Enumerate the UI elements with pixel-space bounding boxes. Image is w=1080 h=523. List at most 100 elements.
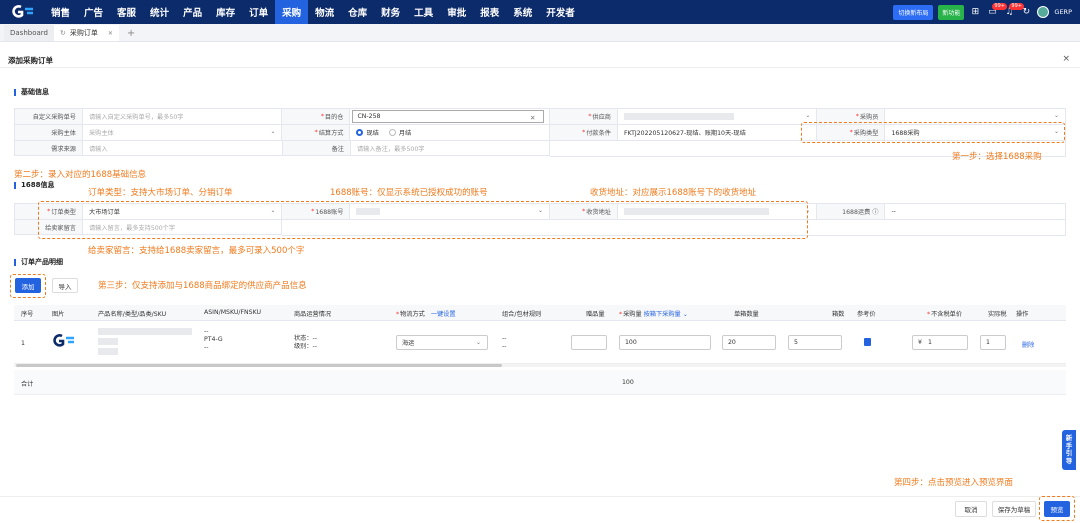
- step3-annotation: 第三步：仅支持添加与1688商品绑定的供应商产品信息: [98, 281, 307, 291]
- chevron-down-icon: ⌄: [475, 339, 481, 346]
- settle-radio-cash[interactable]: 现结: [356, 128, 379, 137]
- shipping-batch-set-link[interactable]: 一键设置: [431, 311, 456, 318]
- custom-no-label: 自定义采购单号: [15, 109, 83, 124]
- nav-item[interactable]: 财务: [374, 0, 407, 24]
- nav-item[interactable]: 统计: [143, 0, 176, 24]
- col-combo: 组合/包材规则: [502, 311, 542, 318]
- nav-item[interactable]: 报表: [473, 0, 506, 24]
- combo-cell: -- --: [502, 335, 507, 350]
- product-image[interactable]: [52, 334, 76, 350]
- section-basic-info: 基础信息: [14, 89, 49, 96]
- col-seq: 序号: [21, 311, 34, 318]
- settle-radio-group: 现结 月结: [350, 125, 550, 140]
- nav-item[interactable]: 销售: [44, 0, 77, 24]
- nav-item[interactable]: 广告: [77, 0, 110, 24]
- message-annotation: 给卖家留言：支持给1688卖家留言，最多可录入500个字: [88, 246, 305, 256]
- nav-item[interactable]: 物流: [308, 0, 341, 24]
- qty-by-box-link[interactable]: 按箱下采购量: [644, 311, 681, 318]
- close-icon[interactable]: ×: [1062, 54, 1070, 64]
- close-icon[interactable]: ✕: [108, 30, 113, 37]
- order-type-annotation: 订单类型：支持大市场订单、分销订单: [88, 188, 233, 198]
- message-icon[interactable]: ▭ 99+: [986, 3, 1007, 18]
- col-action: 操作: [1016, 311, 1029, 318]
- nav-item[interactable]: 工具: [407, 0, 440, 24]
- nav-item[interactable]: 开发者: [539, 0, 582, 24]
- ref-price-icon[interactable]: [864, 338, 871, 348]
- app-logo[interactable]: [8, 0, 38, 24]
- section-1688-info: 1688信息: [14, 182, 54, 189]
- tab-purchase-order[interactable]: ↻ 采购订单 ✕: [53, 25, 119, 41]
- warehouse-field[interactable]: CN-258 ✕: [350, 109, 550, 124]
- delete-row-link[interactable]: 删除: [1022, 340, 1034, 349]
- nav-item[interactable]: 订单: [242, 0, 275, 24]
- qty-input[interactable]: 100: [619, 335, 711, 350]
- col-ops: 商品运营情况: [294, 311, 332, 318]
- refresh-icon[interactable]: ↻: [1020, 6, 1032, 18]
- gift-qty-input[interactable]: [571, 335, 607, 350]
- add-button-highlight: [10, 274, 46, 298]
- remark-input[interactable]: 请输入备注，最多500字: [351, 141, 549, 155]
- new-feature-button[interactable]: 新功能: [938, 4, 965, 20]
- nav-item[interactable]: 仓库: [341, 0, 374, 24]
- entity-label: 采购主体: [15, 125, 83, 140]
- boxes-input[interactable]: 5: [788, 335, 842, 350]
- address-annotation: 收货地址：对应展示1688账号下的收货地址: [590, 188, 757, 198]
- beginner-guide-button[interactable]: 新手引导: [1062, 430, 1076, 470]
- add-tab-button[interactable]: +: [127, 25, 135, 41]
- cancel-button[interactable]: 取消: [955, 501, 987, 517]
- main-menu: 销售 广告 客服 统计 产品 库存 订单 采购 物流 仓库 财务 工具 审批 报表 系统 开发者: [44, 0, 582, 24]
- entity-select[interactable]: 采购主体 ⌄: [83, 125, 283, 140]
- col-per-box: 单箱数量: [734, 311, 759, 318]
- source-input[interactable]: 请输入: [83, 141, 283, 155]
- horizontal-scrollbar-thumb[interactable]: [16, 364, 502, 367]
- product-table-header: 序号 图片 产品名称/类型/品类/SKU ASIN/MSKU/FNSKU 商品运…: [14, 305, 1066, 321]
- modal-header: 添加采购订单 ×: [0, 52, 1080, 68]
- tab-purchase-order-label: 采购订单: [69, 29, 98, 37]
- tab-dashboard[interactable]: Dashboard: [4, 25, 54, 41]
- avatar[interactable]: [1037, 6, 1050, 18]
- total-label: 合计: [21, 381, 34, 388]
- help-icon[interactable]: ⓘ: [872, 207, 878, 216]
- shipping-select[interactable]: 海运 ⌄: [396, 335, 488, 350]
- col-asin: ASIN/MSKU/FNSKU: [204, 309, 262, 316]
- nav-item[interactable]: 产品: [176, 0, 209, 24]
- top-navbar: 销售 广告 客服 统计 产品 库存 订单 采购 物流 仓库 财务 工具 审批 报表 系统 开发者 切换新布局 …: [0, 0, 1080, 24]
- nav-item[interactable]: 库存: [209, 0, 242, 24]
- warehouse-label: * 目的仓: [282, 109, 351, 124]
- save-draft-button[interactable]: 保存为草稿: [992, 501, 1036, 517]
- supplier-select[interactable]: ⌄: [618, 109, 818, 124]
- step2-annotation: 第二步：录入对应的1688基础信息: [14, 170, 147, 180]
- bell-icon[interactable]: ♫ 99+: [1003, 3, 1024, 18]
- refresh-icon[interactable]: ↻: [60, 29, 66, 37]
- actual-tax-input[interactable]: 1: [980, 335, 1006, 350]
- col-unit-price: *不含税单价: [927, 311, 963, 318]
- plus-square-icon[interactable]: ⊞: [969, 6, 981, 18]
- section-products: 订单产品明细: [14, 259, 63, 266]
- nav-item[interactable]: 审批: [440, 0, 473, 24]
- clear-icon[interactable]: ✕: [530, 114, 535, 122]
- freight-label: 1688运费 ⓘ: [817, 204, 886, 219]
- col-name: 产品名称/类型/品类/SKU: [98, 311, 167, 318]
- pay-label: * 付款条件: [549, 125, 618, 140]
- modal-title: 添加采购订单: [8, 56, 53, 65]
- tab-bar: Dashboard ↻ 采购订单 ✕ +: [0, 24, 1080, 42]
- nav-item[interactable]: 系统: [506, 0, 539, 24]
- per-box-input[interactable]: 20: [722, 335, 776, 350]
- settle-radio-monthly[interactable]: 月结: [388, 128, 411, 137]
- col-boxes: 箱数: [832, 311, 845, 318]
- switch-layout-button[interactable]: 切换新布局: [893, 4, 934, 20]
- nav-item[interactable]: 采购: [275, 0, 309, 24]
- chevron-down-icon[interactable]: ⌄: [681, 311, 688, 318]
- col-shipping: *物流方式 一键设置: [396, 311, 456, 318]
- row-seq: 1: [21, 340, 25, 347]
- username[interactable]: GERP: [1054, 8, 1072, 16]
- unit-price-input[interactable]: ¥1: [912, 335, 968, 350]
- form-row-3: 需求来源 请输入 备注 请输入备注，最多500字: [14, 140, 550, 156]
- import-button[interactable]: 导入: [52, 278, 78, 293]
- nav-item[interactable]: 客服: [110, 0, 143, 24]
- custom-no-input[interactable]: 请输入自定义采购单号，最多50字: [83, 109, 283, 124]
- step1-highlight: [801, 122, 1065, 143]
- pay-select[interactable]: FKTJ202205120627-现结、账期10天-现结: [618, 125, 818, 140]
- 1688-info-highlight: [38, 201, 808, 239]
- preview-highlight: [1039, 496, 1075, 521]
